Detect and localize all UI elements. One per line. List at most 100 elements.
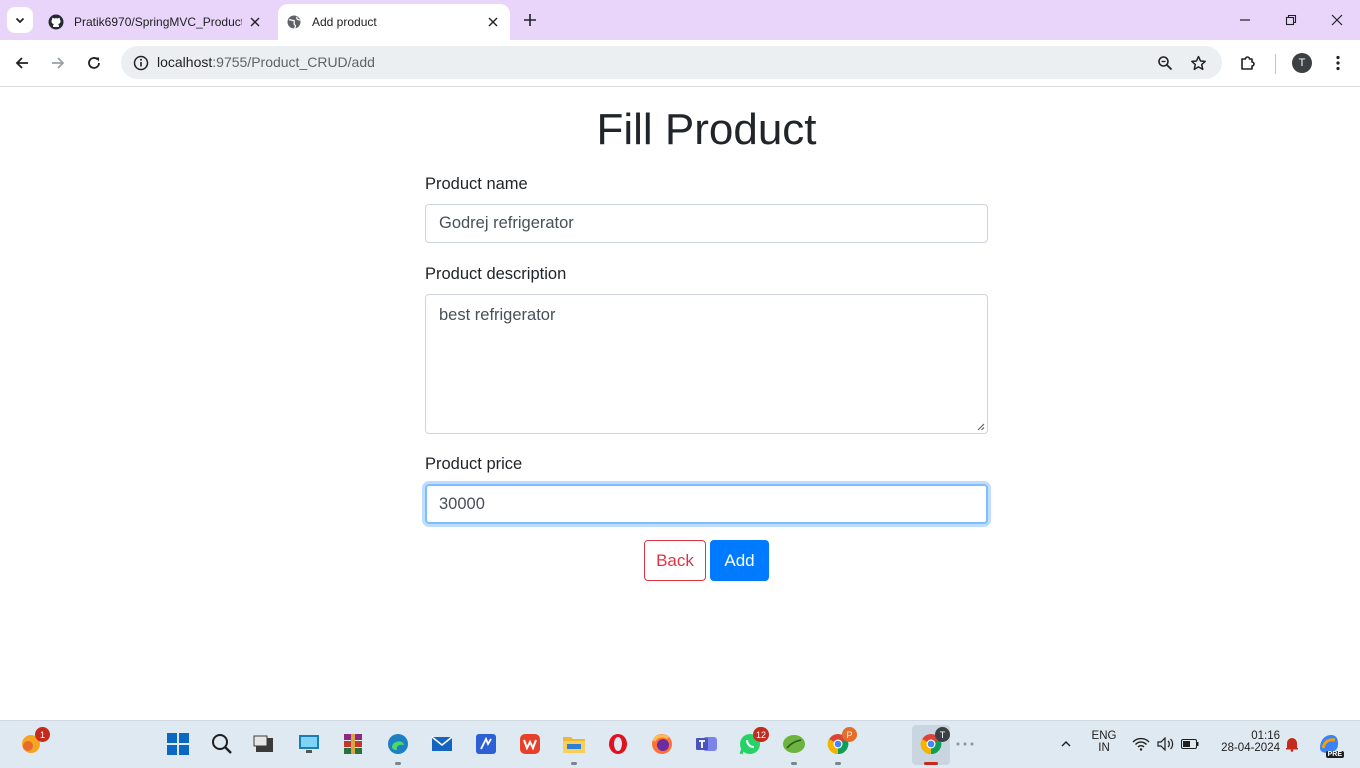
- plus-icon: [524, 14, 536, 26]
- firefox-icon: [652, 734, 672, 754]
- widgets-button[interactable]: 1: [18, 727, 50, 757]
- zoom-icon[interactable]: [1153, 51, 1177, 75]
- chevron-down-icon: [15, 17, 25, 24]
- profile-avatar[interactable]: T: [1292, 53, 1312, 73]
- close-icon: [1331, 14, 1343, 26]
- notification-bell-icon[interactable]: [1283, 735, 1301, 753]
- winrar-app[interactable]: [340, 731, 366, 757]
- tab-title: Add product: [312, 15, 377, 29]
- toolbar-divider: [1275, 54, 1276, 74]
- restore-icon: [1285, 14, 1297, 26]
- reload-button[interactable]: [82, 51, 106, 75]
- close-window-button[interactable]: [1325, 8, 1349, 32]
- code-editor-icon: [476, 734, 496, 754]
- tab-title: Pratik6970/SpringMVC_Product_CRUD: [74, 15, 242, 29]
- copilot-preview-badge: PRE: [1325, 751, 1344, 758]
- back-nav-button[interactable]: [10, 51, 34, 75]
- product-price-input[interactable]: 30000: [425, 484, 988, 524]
- page-content: Fill Product Product name Godrej refrige…: [0, 87, 1360, 720]
- language-code: ENG: [1091, 730, 1117, 742]
- url-path: :9755/Product_CRUD/add: [212, 54, 375, 70]
- region-code: IN: [1098, 742, 1110, 754]
- minimize-button[interactable]: [1233, 8, 1257, 32]
- arrow-left-icon: [15, 57, 28, 69]
- close-tab-icon[interactable]: [484, 13, 502, 31]
- add-button[interactable]: Add: [710, 540, 769, 581]
- chrome-profile-badge: T: [935, 727, 950, 742]
- chrome-profile-badge: P: [842, 727, 857, 742]
- minimize-icon: [1240, 19, 1250, 21]
- clock-date: 28-04-2024: [1221, 742, 1280, 754]
- search-button[interactable]: [209, 731, 235, 757]
- url-text[interactable]: localhost:9755/Product_CRUD/add: [157, 54, 375, 70]
- opera-app[interactable]: [605, 731, 631, 757]
- tab-github[interactable]: Pratik6970/SpringMVC_Product_CRUD: [38, 4, 274, 40]
- tab-search-button[interactable]: [7, 7, 33, 33]
- restore-button[interactable]: [1279, 8, 1303, 32]
- new-tab-button[interactable]: [519, 9, 541, 31]
- teams-icon: [696, 737, 717, 751]
- mail-icon: [431, 736, 453, 751]
- running-indicator: [571, 762, 577, 765]
- spring-tool-app[interactable]: [781, 731, 807, 757]
- chevron-up-icon: [1061, 741, 1071, 747]
- tab-strip: Pratik6970/SpringMVC_Product_CRUD Add pr…: [0, 0, 1360, 40]
- winrar-icon: [344, 734, 362, 754]
- edge-app[interactable]: [385, 731, 411, 757]
- active-indicator: [924, 762, 938, 765]
- mail-app[interactable]: [429, 731, 455, 757]
- spring-leaf-icon: [783, 735, 805, 753]
- task-view-icon: [253, 735, 273, 752]
- volume-icon[interactable]: [1157, 735, 1175, 753]
- address-bar[interactable]: localhost:9755/Product_CRUD/add: [121, 46, 1222, 79]
- monitor-app[interactable]: [296, 731, 322, 757]
- windows-icon: [167, 733, 189, 755]
- tab-add-product[interactable]: Add product: [278, 4, 510, 40]
- chrome-profile-p-app[interactable]: P: [825, 727, 857, 757]
- teams-app[interactable]: [694, 731, 720, 757]
- show-hidden-icons-button[interactable]: [1057, 735, 1075, 753]
- running-indicator: [395, 762, 401, 765]
- site-info-icon[interactable]: [129, 51, 153, 75]
- github-icon: [48, 14, 64, 30]
- back-button[interactable]: Back: [644, 540, 706, 581]
- language-indicator[interactable]: ENG IN: [1088, 730, 1120, 754]
- product-description-text: best refrigerator: [439, 306, 556, 324]
- opera-icon: [609, 734, 627, 754]
- start-button[interactable]: [165, 731, 191, 757]
- edge-icon: [388, 734, 408, 754]
- close-tab-icon[interactable]: [246, 13, 264, 31]
- widgets-badge: 1: [35, 727, 50, 742]
- task-view-button[interactable]: [251, 731, 277, 757]
- vscode-app[interactable]: [473, 731, 499, 757]
- bookmark-star-icon[interactable]: [1186, 51, 1210, 75]
- product-description-textarea[interactable]: best refrigerator: [425, 294, 988, 434]
- copilot-button[interactable]: PRE: [1316, 731, 1344, 758]
- monitor-icon: [299, 735, 319, 753]
- file-explorer-app[interactable]: [561, 731, 587, 757]
- clock[interactable]: 01:16 28-04-2024: [1212, 730, 1280, 754]
- whatsapp-app[interactable]: 12: [737, 727, 769, 757]
- resize-grip-icon[interactable]: [975, 421, 985, 431]
- taskbar: 1 12 P T ENG IN 01:16 28-04-2024 PRE: [0, 720, 1360, 768]
- browser-menu-button[interactable]: [1326, 51, 1350, 75]
- folder-icon: [563, 737, 585, 753]
- battery-icon[interactable]: [1181, 735, 1199, 753]
- browser-toolbar: localhost:9755/Product_CRUD/add T: [0, 40, 1360, 87]
- url-host: localhost: [157, 54, 213, 70]
- whatsapp-badge: 12: [752, 727, 769, 742]
- wps-office-app[interactable]: [517, 731, 543, 757]
- ellipsis-icon: [956, 742, 974, 746]
- product-name-input[interactable]: Godrej refrigerator: [425, 204, 988, 243]
- arrow-right-icon: [52, 57, 65, 69]
- more-apps-button[interactable]: [952, 731, 978, 757]
- extensions-button[interactable]: [1236, 51, 1260, 75]
- wifi-icon[interactable]: [1132, 735, 1150, 753]
- wps-icon: [520, 734, 540, 754]
- chrome-profile-t-app[interactable]: T: [918, 727, 950, 757]
- page-title: Fill Product: [596, 105, 817, 154]
- product-name-label: Product name: [425, 175, 528, 193]
- forward-nav-button[interactable]: [46, 51, 70, 75]
- product-price-label: Product price: [425, 455, 523, 473]
- firefox-app[interactable]: [649, 731, 675, 757]
